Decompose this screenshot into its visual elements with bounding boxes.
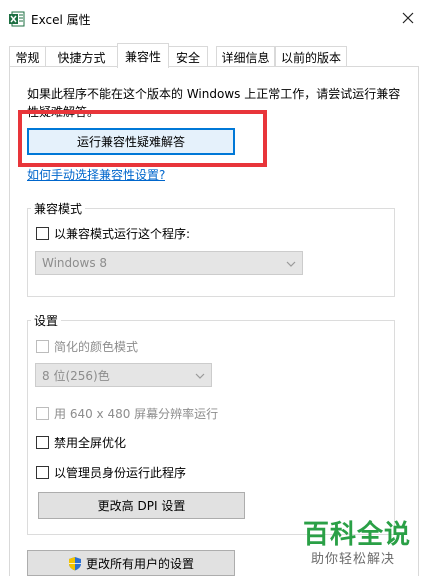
reduced-color-row: 简化的颜色模式: [36, 338, 138, 355]
disable-fullscreen-label: 禁用全屏优化: [54, 436, 127, 450]
compat-mode-group-label: 兼容模式: [31, 200, 86, 217]
os-version-select-value: Windows 8: [42, 256, 108, 270]
reduced-color-label: 简化的颜色模式: [54, 340, 139, 354]
resolution-label: 用 640 x 480 屏幕分辨率运行: [54, 407, 219, 421]
disable-fullscreen-checkbox[interactable]: [36, 436, 49, 449]
resolution-checkbox: [36, 407, 49, 420]
compat-mode-checkbox[interactable]: [36, 227, 49, 240]
manual-settings-link[interactable]: 如何手动选择兼容性设置?: [27, 166, 165, 182]
tab-shortcut[interactable]: 快捷方式: [45, 46, 118, 67]
run-as-admin-row[interactable]: 以管理员身份运行此程序: [36, 464, 186, 481]
chevron-down-icon: [286, 256, 296, 270]
window-title: Excel 属性: [31, 13, 91, 27]
watermark-brand: 百科全说: [303, 520, 412, 550]
compat-mode-checkbox-row[interactable]: 以兼容模式运行这个程序:: [36, 225, 190, 242]
resolution-row: 用 640 x 480 屏幕分辨率运行: [36, 405, 218, 422]
excel-app-icon: [9, 11, 25, 27]
watermark-tagline: 助你轻松解决: [311, 552, 396, 567]
tab-previous-versions[interactable]: 以前的版本: [275, 46, 347, 67]
tab-general[interactable]: 常规: [9, 46, 46, 67]
color-depth-select-value: 8 位(256)色: [42, 368, 110, 383]
chevron-down-icon: [195, 368, 205, 382]
color-depth-select: 8 位(256)色: [35, 363, 212, 387]
close-icon: [402, 12, 414, 27]
change-dpi-button[interactable]: 更改高 DPI 设置: [38, 492, 245, 519]
tab-compatibility[interactable]: 兼容性: [117, 43, 169, 68]
compat-mode-checkbox-label: 以兼容模式运行这个程序:: [54, 227, 191, 241]
settings-group-label: 设置: [31, 312, 62, 329]
tab-details[interactable]: 详细信息: [216, 46, 275, 67]
change-all-users-button[interactable]: 更改所有用户的设置: [27, 550, 235, 576]
run-as-admin-label: 以管理员身份运行此程序: [54, 466, 187, 480]
close-button[interactable]: [393, 6, 423, 32]
run-troubleshooter-button[interactable]: 运行兼容性疑难解答: [27, 128, 235, 155]
uac-shield-icon: [68, 556, 82, 571]
reduced-color-checkbox: [36, 340, 49, 353]
tab-security[interactable]: 安全: [168, 46, 208, 67]
disable-fullscreen-row[interactable]: 禁用全屏优化: [36, 434, 126, 451]
os-version-select: Windows 8: [35, 251, 303, 275]
run-as-admin-checkbox[interactable]: [36, 466, 49, 479]
change-all-users-label: 更改所有用户的设置: [85, 556, 194, 571]
